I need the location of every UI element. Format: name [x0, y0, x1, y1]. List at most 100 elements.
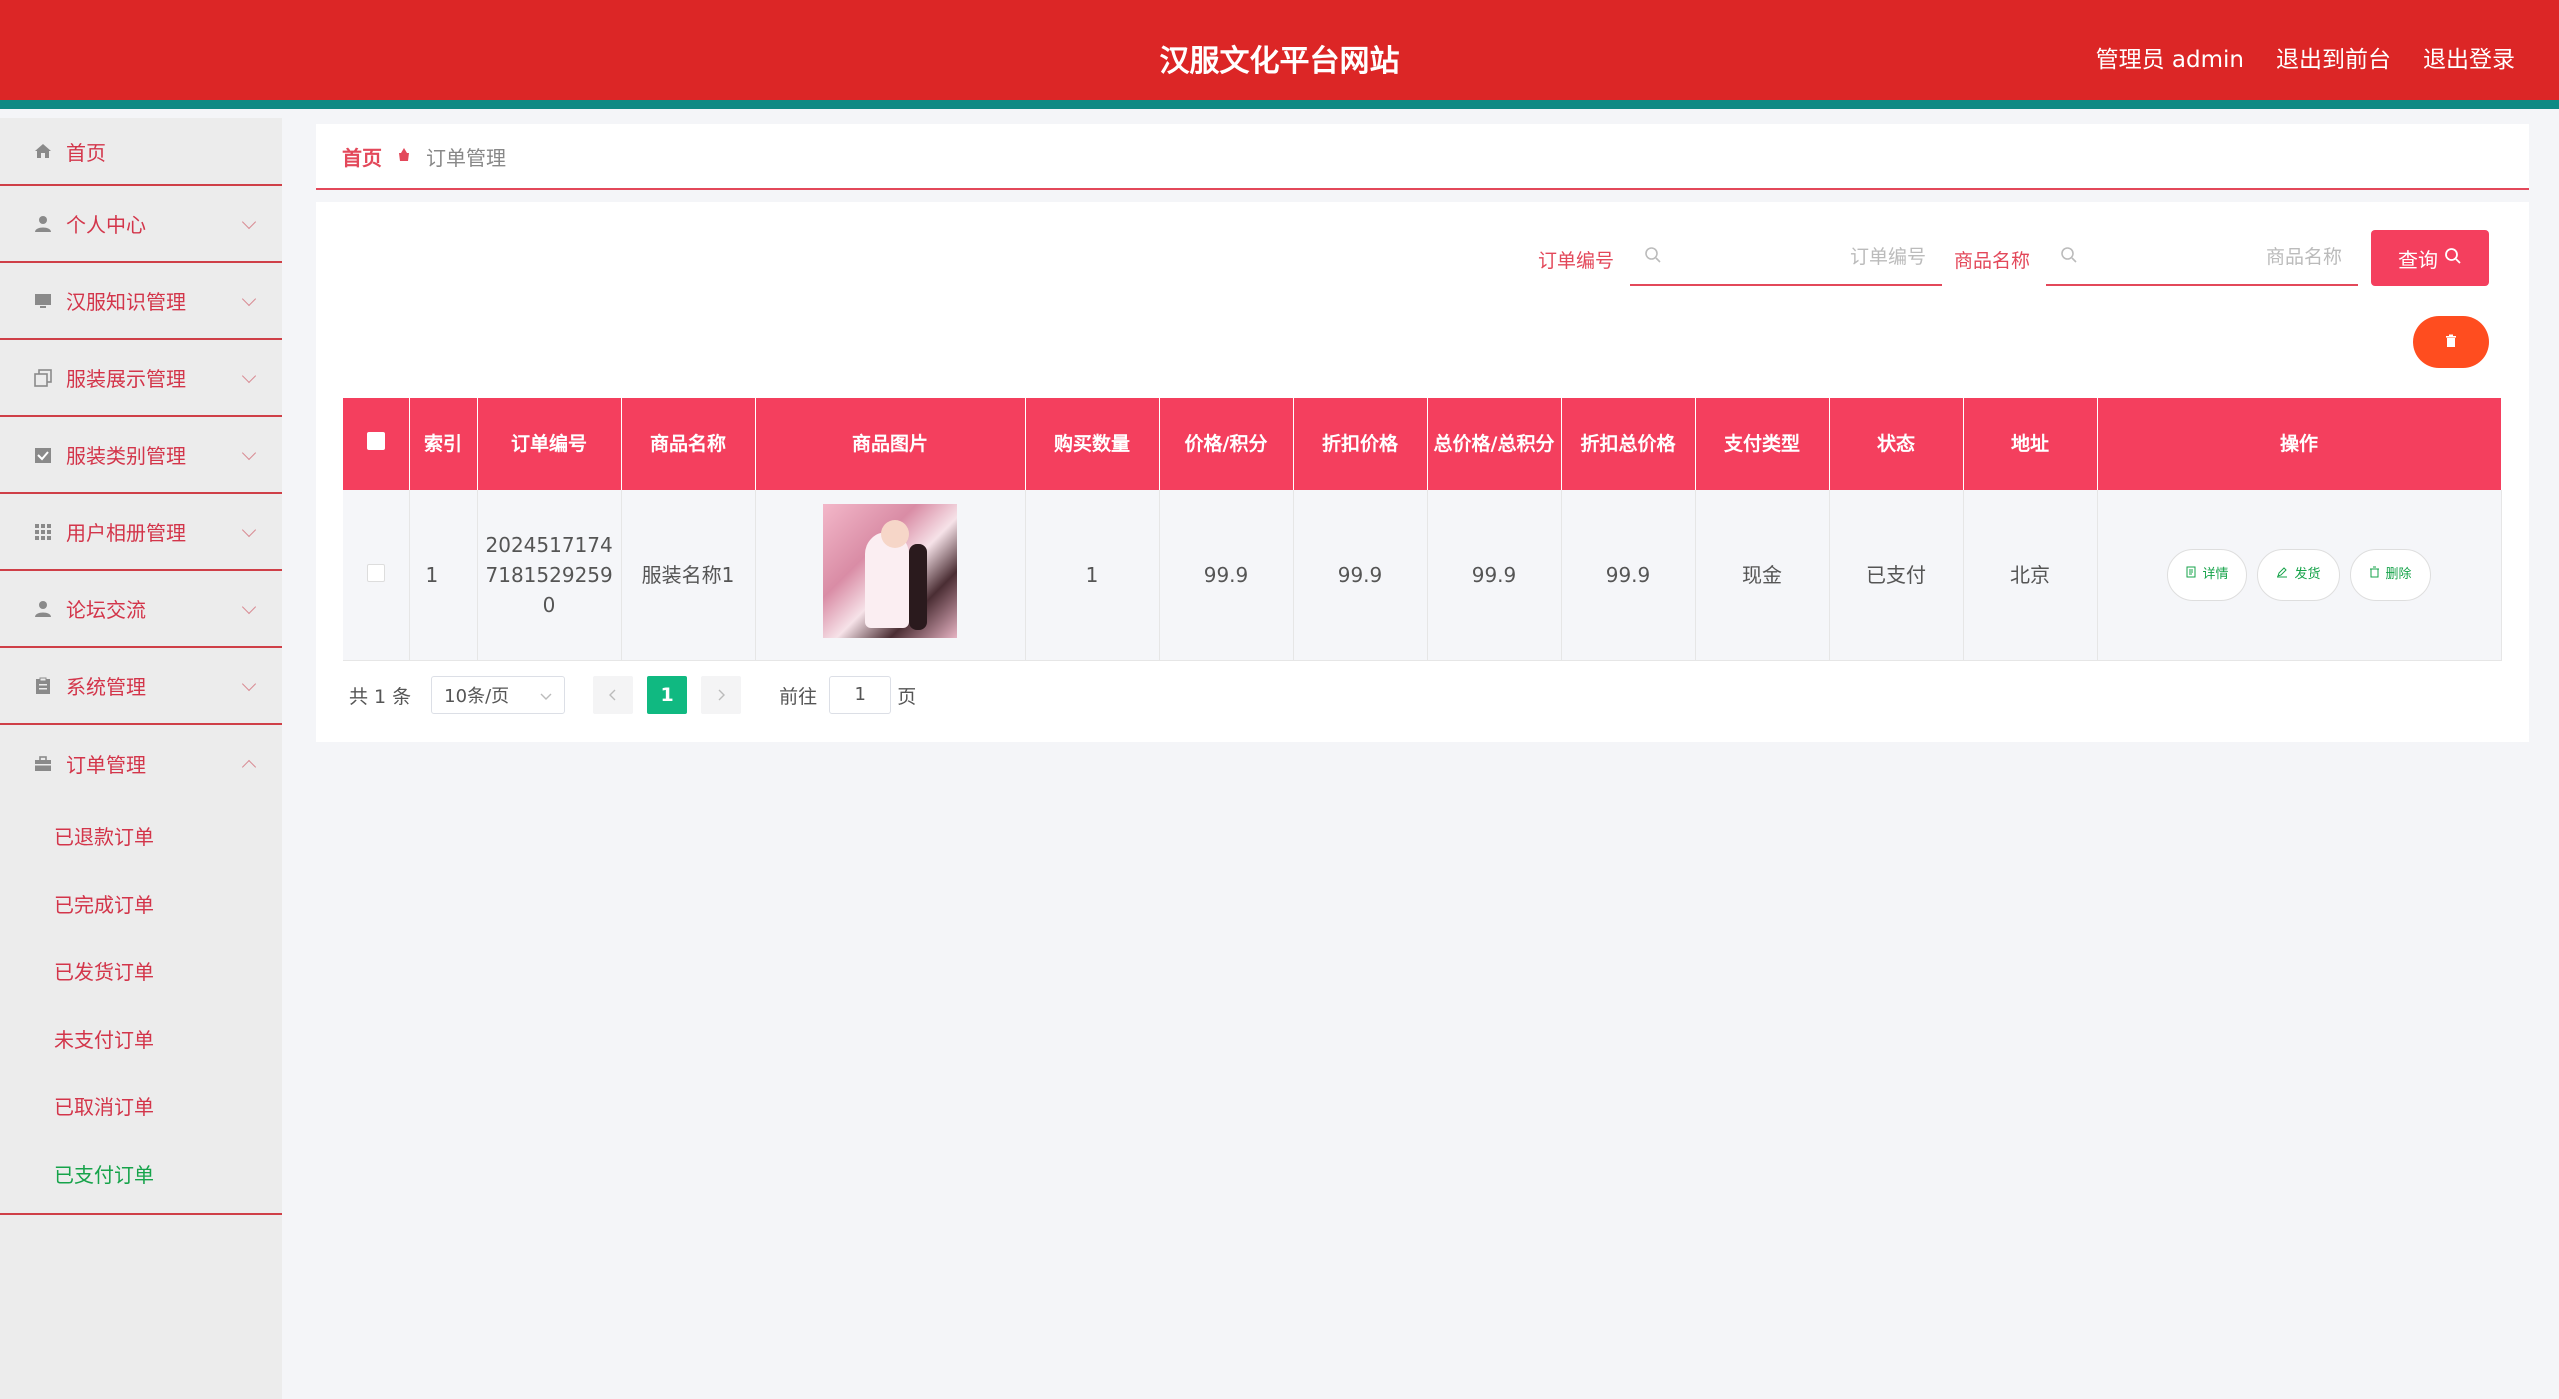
column-header[interactable]: 购买数量: [1025, 398, 1160, 490]
column-header[interactable]: 操作: [2097, 398, 2502, 490]
sidebar-item-personal-center[interactable]: 个人中心: [0, 186, 282, 263]
submenu-completed-orders[interactable]: 已完成订单: [0, 870, 282, 938]
column-header[interactable]: 商品名称: [621, 398, 756, 490]
chevron-down-icon: [241, 214, 257, 229]
document-icon: [2186, 560, 2196, 590]
submenu-unpaid-orders[interactable]: 未支付订单: [0, 1005, 282, 1073]
home-icon: [32, 140, 54, 162]
ship-button-label: 发货: [2294, 566, 2321, 582]
cell-index: 1: [409, 490, 478, 661]
chevron-down-icon: [241, 676, 257, 691]
sidebar-item-user-album[interactable]: 用户相册管理: [0, 494, 282, 571]
batch-delete-button[interactable]: [2413, 316, 2489, 368]
prev-page-button[interactable]: [593, 676, 634, 714]
chevron-down-icon: [241, 445, 257, 460]
trash-icon: [2444, 333, 2458, 352]
cell-discount-price: 99.9: [1293, 490, 1428, 661]
sidebar-item-label: 系统管理: [66, 675, 146, 699]
chevron-down-icon: [241, 368, 257, 383]
exit-to-frontend-link[interactable]: 退出到前台: [2276, 40, 2391, 74]
sidebar-item-label: 论坛交流: [66, 598, 146, 622]
column-header[interactable]: 折扣价格: [1293, 398, 1428, 490]
total-count: 共 1 条: [349, 685, 412, 708]
delete-button[interactable]: 删除: [2349, 548, 2431, 601]
sidebar: 首页 个人中心 汉服知识管理 服装展示管理 服装类别管理 用户相册管理 论坛交流…: [0, 118, 282, 1399]
order-no-line: 2024517174: [485, 532, 613, 557]
cell-product-image: [755, 490, 1026, 661]
checkbox-icon: [32, 444, 54, 466]
sidebar-item-label: 服装展示管理: [66, 367, 186, 391]
product-image[interactable]: [823, 503, 957, 638]
chevron-down-icon: [540, 685, 552, 706]
cell-total-price: 99.9: [1427, 490, 1562, 661]
cell-price: 99.9: [1159, 490, 1294, 661]
sidebar-item-clothing-category[interactable]: 服装类别管理: [0, 417, 282, 494]
column-header[interactable]: 商品图片: [755, 398, 1026, 490]
sidebar-item-forum[interactable]: 论坛交流: [0, 571, 282, 648]
admin-user-link[interactable]: 管理员 admin: [2096, 40, 2244, 74]
search-icon: [1644, 246, 1662, 268]
query-button[interactable]: 查询: [2371, 230, 2489, 286]
top-header: 汉服文化平台网站 管理员 admin 退出到前台 退出登录: [0, 0, 2559, 109]
order-no-line: 0: [542, 592, 556, 617]
sidebar-item-orders[interactable]: 订单管理: [0, 725, 282, 802]
submenu-shipped-orders[interactable]: 已发货订单: [0, 937, 282, 1005]
column-header[interactable]: 总价格/总积分: [1427, 398, 1562, 490]
order-no-input[interactable]: [1662, 245, 1928, 269]
breadcrumb-home[interactable]: 首页: [342, 142, 382, 171]
sidebar-item-home[interactable]: 首页: [0, 118, 282, 186]
cell-actions: 详情 发货 删除: [2097, 490, 2502, 661]
cell-address: 北京: [1963, 490, 2098, 661]
row-checkbox[interactable]: [366, 563, 385, 582]
column-header[interactable]: 地址: [1963, 398, 2098, 490]
select-all-cell: [343, 398, 410, 490]
user-icon: [32, 213, 54, 235]
ship-button[interactable]: 发货: [2257, 548, 2340, 601]
chevron-down-icon: [241, 599, 257, 614]
breadcrumb-current: 订单管理: [426, 145, 506, 170]
order-no-label: 订单编号: [1538, 250, 1615, 272]
sidebar-item-label: 个人中心: [66, 213, 146, 237]
submenu-refunded-orders[interactable]: 已退款订单: [0, 802, 282, 870]
sidebar-item-hanfu-knowledge[interactable]: 汉服知识管理: [0, 263, 282, 340]
column-header[interactable]: 状态: [1829, 398, 1964, 490]
column-header[interactable]: 索引: [409, 398, 478, 490]
cell-pay-type: 现金: [1695, 490, 1830, 661]
chevron-up-icon: [241, 759, 257, 774]
submenu-cancelled-orders[interactable]: 已取消订单: [0, 1072, 282, 1140]
product-name-search: [2046, 230, 2358, 286]
edit-icon: [2276, 560, 2288, 590]
submenu-paid-orders[interactable]: 已支付订单: [0, 1140, 282, 1208]
page-size-value: 10条/页: [444, 686, 510, 707]
column-header[interactable]: 折扣总价格: [1561, 398, 1696, 490]
column-header[interactable]: 订单编号: [477, 398, 622, 490]
table-header-row: 索引 订单编号 商品名称 商品图片 购买数量 价格/积分 折扣价格 总价格/总积…: [343, 398, 2502, 490]
page-unit-label: 页: [897, 685, 917, 708]
sidebar-item-label: 服装类别管理: [66, 444, 186, 468]
sidebar-item-system[interactable]: 系统管理: [0, 648, 282, 725]
cell-status: 已支付: [1829, 490, 1964, 661]
briefcase-icon: [32, 753, 54, 775]
grid-icon: [32, 521, 54, 543]
user-icon: [32, 598, 54, 620]
sidebar-item-label: 汉服知识管理: [66, 290, 186, 314]
next-page-button[interactable]: [701, 676, 742, 714]
order-no-search: [1630, 230, 1942, 286]
column-header[interactable]: 支付类型: [1695, 398, 1830, 490]
page-number[interactable]: 1: [647, 676, 688, 714]
chevron-left-icon: [609, 684, 617, 706]
column-header[interactable]: 价格/积分: [1159, 398, 1294, 490]
sidebar-item-clothing-display[interactable]: 服装展示管理: [0, 340, 282, 417]
product-name-label: 商品名称: [1954, 250, 2031, 272]
detail-button[interactable]: 详情: [2167, 548, 2248, 601]
clipboard-icon: [32, 675, 54, 697]
table-row: 1 2024517174 7181529259 0 服装名称1 1 99.9 9…: [343, 490, 2502, 661]
order-no-line: 7181529259: [485, 562, 613, 587]
product-name-input[interactable]: [2078, 245, 2344, 269]
page-size-select[interactable]: 10条/页: [431, 676, 566, 714]
logout-link[interactable]: 退出登录: [2423, 40, 2515, 74]
select-all-checkbox[interactable]: [366, 432, 385, 450]
sidebar-item-label: 首页: [66, 140, 106, 165]
goto-page-input[interactable]: 1: [829, 676, 892, 714]
query-button-label: 查询: [2398, 247, 2438, 272]
